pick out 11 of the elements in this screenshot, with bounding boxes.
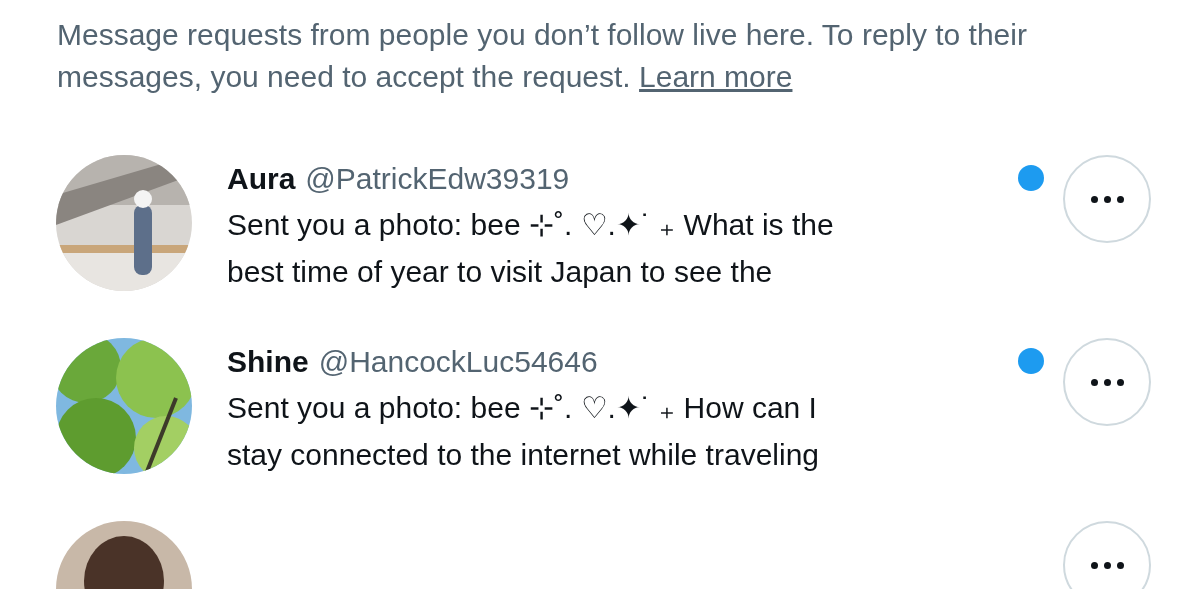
user-handle: @HancockLuc54646	[318, 344, 598, 380]
display-name: Shine	[227, 344, 309, 380]
message-preview: stay connected to the internet while traveling	[227, 437, 820, 473]
more-button[interactable]	[1063, 521, 1151, 589]
display-name: Aura	[227, 161, 296, 197]
user-handle: @PatrickEdw39319	[305, 161, 570, 197]
message-preview: Sent you a photo: bee ⊹˚. ♡.✦˙ ₊ What is the	[227, 207, 834, 243]
info-text: Message requests from people you don’t follow live here. To reply to their messages, you need to accept the request. Learn more	[57, 17, 1028, 95]
message-preview: Sent you a photo: bee ⊹˚. ♡.✦˙ ₊ How can I	[227, 390, 817, 426]
learn-more-link[interactable]: Learn more	[639, 60, 793, 93]
message-preview: best time of year to visit Japan to see the	[227, 254, 773, 290]
